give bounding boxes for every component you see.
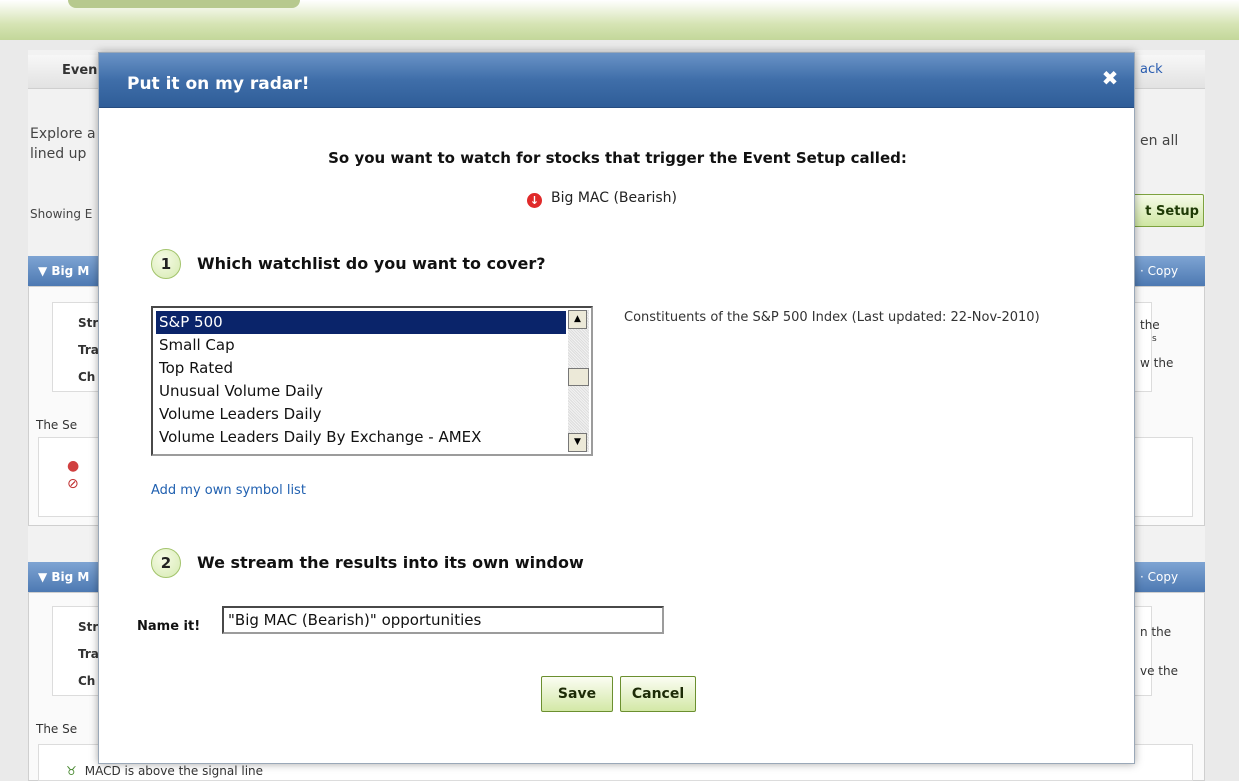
watchlist-description: Constituents of the S&P 500 Index (Last …	[624, 310, 1040, 325]
add-symbol-list-link[interactable]: Add my own symbol list	[151, 483, 306, 498]
intro-line-2: lined up	[30, 146, 87, 162]
detail-label: Str	[78, 620, 99, 634]
scroll-down-icon[interactable]: ▼	[568, 433, 587, 452]
copy-link[interactable]: · Copy	[1140, 570, 1178, 584]
step-1: 1 Which watchlist do you want to cover?	[151, 249, 851, 279]
detail-text: ve the	[1140, 664, 1178, 678]
bearish-arrow-icon: ↓	[527, 193, 542, 208]
detail-label: Ch	[78, 370, 96, 384]
back-link[interactable]: ack	[1140, 62, 1163, 77]
top-banner	[0, 0, 1239, 40]
condition-text: MACD is above the signal line	[84, 764, 264, 778]
detail-label: Tra	[78, 647, 99, 661]
radar-dialog: Put it on my radar! ✖ So you want to wat…	[98, 52, 1135, 764]
setup-label: The Se	[36, 722, 78, 736]
panel-title: Big M	[51, 570, 90, 584]
bull-icon: ♉	[66, 764, 77, 778]
watchlist-option[interactable]: S&P 500	[156, 311, 566, 334]
step-2: 2 We stream the results into its own win…	[151, 548, 851, 578]
detail-label: Ch	[78, 674, 96, 688]
window-name-field[interactable]	[222, 606, 664, 634]
panel-title: Big M	[51, 264, 90, 278]
setup-name-row: ↓ Big MAC (Bearish)	[527, 190, 677, 208]
setup-label: The Se	[36, 418, 78, 432]
watchlist-option[interactable]: Top Rated	[156, 357, 566, 380]
intro-right-text: en all	[1140, 133, 1179, 149]
setup-name: Big MAC (Bearish)	[551, 190, 677, 206]
step-number: 1	[151, 249, 181, 279]
detail-text: the	[1140, 318, 1160, 332]
step-title: We stream the results into its own windo…	[197, 553, 584, 572]
collapse-icon: ▼	[38, 570, 52, 584]
bear-icon: ●	[67, 458, 80, 474]
copy-link[interactable]: · Copy	[1140, 264, 1178, 278]
watchlist-select[interactable]: S&P 500 Small Cap Top Rated Unusual Volu…	[151, 306, 593, 456]
scrollbar[interactable]: ▲ ▼	[568, 310, 589, 452]
collapse-icon: ▼	[38, 264, 52, 278]
scroll-up-icon[interactable]: ▲	[568, 310, 587, 329]
detail-label: Tra	[78, 343, 99, 357]
background-intro: Explore a lined up	[30, 124, 96, 164]
detail-text: w the	[1140, 356, 1174, 370]
name-label: Name it!	[137, 619, 201, 634]
dialog-heading: So you want to watch for stocks that tri…	[328, 149, 907, 167]
detail-label: Str	[78, 316, 99, 330]
scroll-thumb[interactable]	[568, 368, 589, 386]
save-button[interactable]: Save	[541, 676, 613, 712]
condition-row: ♉ MACD is above the signal line	[66, 764, 263, 778]
banner-tab	[68, 0, 300, 8]
showing-text: Showing E	[30, 207, 93, 221]
watchlist-option[interactable]: Volume Leaders Daily By Exchange - AMEX	[156, 426, 566, 449]
watchlist-option[interactable]: Volume Leaders Daily	[156, 403, 566, 426]
detail-text: n the	[1140, 625, 1172, 639]
cancel-button[interactable]: Cancel	[620, 676, 696, 712]
detail-text: s	[1152, 334, 1157, 344]
dialog-header: Put it on my radar! ✖	[99, 53, 1134, 108]
intro-line-1: Explore a	[30, 126, 96, 142]
watchlist-option[interactable]: Unusual Volume Daily	[156, 380, 566, 403]
watchlist-option[interactable]: Small Cap	[156, 334, 566, 357]
close-icon[interactable]: ✖	[1099, 67, 1121, 89]
no-sign-icon: ⊘	[67, 476, 79, 492]
dialog-title: Put it on my radar!	[127, 74, 310, 94]
event-setup-button[interactable]: t Setup	[1130, 194, 1204, 227]
step-title: Which watchlist do you want to cover?	[197, 254, 546, 273]
step-number: 2	[151, 548, 181, 578]
background-tab-label: Even	[62, 63, 98, 78]
